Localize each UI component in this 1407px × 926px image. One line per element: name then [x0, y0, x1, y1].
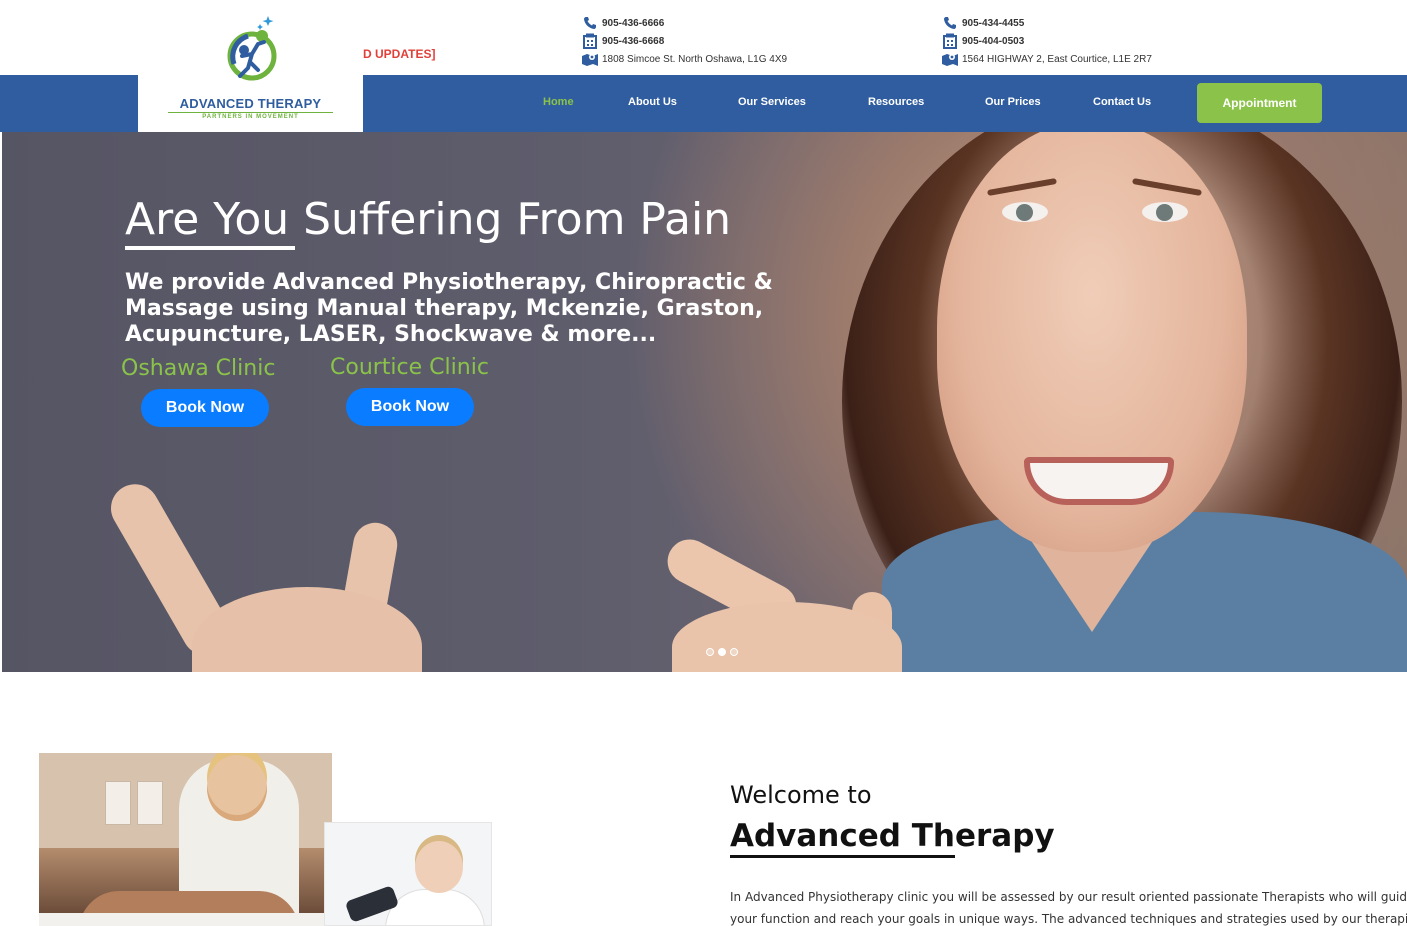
book-now-oshawa-button[interactable]: Book Now — [141, 389, 269, 427]
nav-contact-us[interactable]: Contact Us — [1093, 96, 1151, 108]
courtice-clinic-label: Courtice Clinic — [330, 355, 489, 380]
courtice-phone[interactable]: 905-434-4455 — [962, 18, 1024, 29]
fax-icon — [941, 33, 959, 49]
book-now-courtice-button[interactable]: Book Now — [346, 388, 474, 426]
oshawa-address: 1808 Simcoe St. North Oshawa, L1G 4X9 — [602, 53, 788, 65]
hero-slider: Are You Suffering From Pain We provide A… — [2, 132, 1407, 672]
shockwave-therapy-photo — [324, 822, 492, 926]
courtice-address-row: 1564 HIGHWAY 2, East Courtice, L1E 2R7 — [941, 50, 1152, 68]
slider-pagination — [706, 648, 738, 656]
welcome-underline — [730, 855, 955, 858]
oshawa-fax-row: 905-436-6668 — [581, 32, 787, 50]
nav-home[interactable]: Home — [543, 96, 574, 108]
courtice-fax-row: 905-404-0503 — [941, 32, 1152, 50]
oshawa-phone-row[interactable]: 905-436-6666 — [581, 14, 787, 32]
oshawa-contact: 905-436-6666 905-436-6668 1808 Simcoe St… — [581, 14, 787, 68]
welcome-line-2: your function and reach your goals in un… — [730, 912, 1407, 926]
slider-dot-3[interactable] — [730, 648, 738, 656]
hero-title-underline — [125, 246, 295, 250]
nav-about-us[interactable]: About Us — [628, 96, 677, 108]
massage-therapy-photo — [39, 753, 332, 926]
courtice-address: 1564 HIGHWAY 2, East Courtice, L1E 2R7 — [962, 53, 1152, 65]
map-pin-icon — [941, 51, 959, 67]
nav-resources[interactable]: Resources — [868, 96, 924, 108]
welcome-paragraph: In Advanced Physiotherapy clinic you wil… — [730, 886, 1407, 926]
fax-icon — [581, 33, 599, 49]
courtice-contact: 905-434-4455 905-404-0503 1564 HIGHWAY 2… — [941, 14, 1152, 68]
slider-dot-1[interactable] — [706, 648, 714, 656]
slider-dot-2[interactable] — [718, 648, 726, 656]
news-ticker[interactable]: D UPDATES] — [363, 47, 435, 61]
hero-description: We provide Advanced Physiotherapy, Chiro… — [125, 270, 773, 347]
appointment-button[interactable]: Appointment — [1197, 83, 1322, 123]
welcome-heading: Advanced Therapy — [730, 818, 1055, 854]
nav-our-services[interactable]: Our Services — [738, 96, 806, 108]
courtice-fax: 905-404-0503 — [962, 35, 1025, 47]
phone-icon — [581, 15, 599, 31]
welcome-heading-small: Welcome to — [730, 781, 872, 809]
logo-figure-icon — [227, 16, 277, 81]
welcome-line-1: In Advanced Physiotherapy clinic you wil… — [730, 890, 1407, 904]
hero-title: Are You Suffering From Pain — [125, 194, 732, 245]
map-pin-icon — [581, 51, 599, 67]
oshawa-fax: 905-436-6668 — [602, 35, 665, 47]
oshawa-clinic-label: Oshawa Clinic — [121, 356, 276, 381]
oshawa-phone[interactable]: 905-436-6666 — [602, 18, 664, 29]
logo-name: ADVANCED THERAPY — [179, 96, 322, 111]
nav-our-prices[interactable]: Our Prices — [985, 96, 1041, 108]
site-logo[interactable]: ADVANCED THERAPY PARTNERS IN MOVEMENT — [138, 0, 363, 132]
logo-tagline: PARTNERS IN MOVEMENT — [168, 112, 333, 120]
courtice-phone-row[interactable]: 905-434-4455 — [941, 14, 1152, 32]
oshawa-address-row: 1808 Simcoe St. North Oshawa, L1G 4X9 — [581, 50, 787, 68]
phone-icon — [941, 15, 959, 31]
